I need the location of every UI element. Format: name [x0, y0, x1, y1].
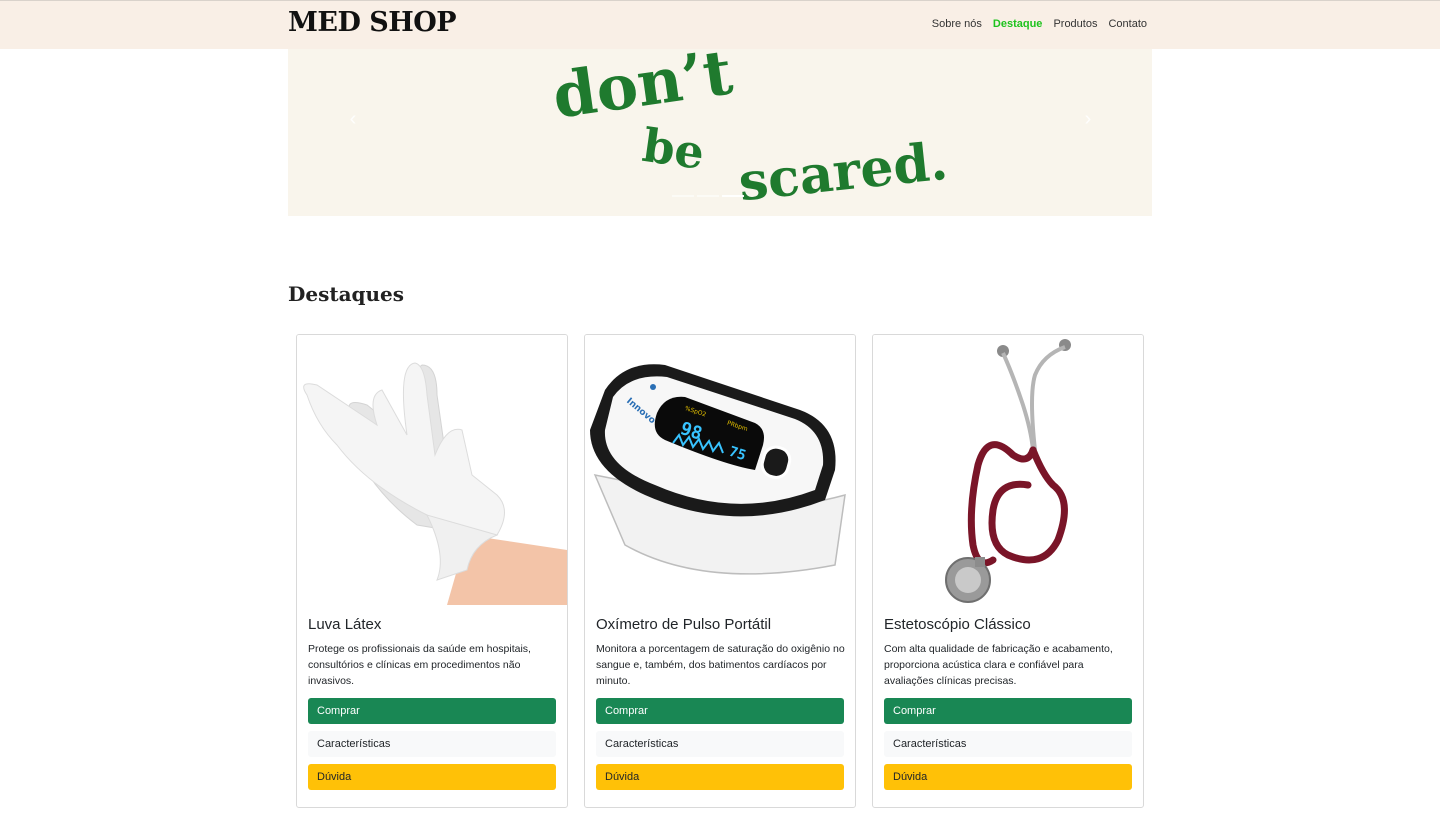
- carousel-indicator-2[interactable]: [697, 195, 719, 197]
- buy-button[interactable]: Comprar: [308, 698, 556, 724]
- product-image-stethoscope: [873, 335, 1143, 605]
- product-description: Monitora a porcentagem de saturação do o…: [596, 643, 845, 687]
- chevron-right-icon: ›: [1084, 108, 1092, 130]
- product-card-gloves: Luva Látex Protege os profissionais da s…: [296, 334, 568, 808]
- chevron-left-icon: ‹: [349, 108, 357, 130]
- nav-link-contato[interactable]: Contato: [1108, 18, 1147, 30]
- question-button[interactable]: Dúvida: [308, 764, 556, 790]
- nav-link-destaque[interactable]: Destaque: [993, 18, 1043, 30]
- carousel-indicator-3[interactable]: [722, 195, 744, 197]
- carousel-next-button[interactable]: ›: [1068, 104, 1108, 134]
- carousel-indicator-1[interactable]: [672, 195, 694, 197]
- features-button[interactable]: Características: [884, 731, 1132, 757]
- product-card-oximeter: 98 75 %SpO2 PRbpm Innovo Oxímetro de Pul…: [584, 334, 856, 808]
- carousel-indicators: [672, 195, 744, 197]
- hero-carousel: don’t be scared. ‹ ›: [288, 49, 1152, 216]
- product-card-stethoscope: Estetoscópio Clássico Com alta qualidade…: [872, 334, 1144, 808]
- gloves-image: [297, 335, 567, 605]
- product-image-oximeter: 98 75 %SpO2 PRbpm Innovo: [585, 335, 855, 605]
- product-title: Luva Látex: [308, 616, 382, 633]
- navbar: MED SHOP Sobre nós Destaque Produtos Con…: [0, 0, 1440, 49]
- product-description: Com alta qualidade de fabricação e acaba…: [884, 643, 1113, 687]
- stethoscope-image: [873, 335, 1143, 605]
- banner-text-be: be: [639, 118, 707, 180]
- oximeter-image: 98 75 %SpO2 PRbpm Innovo: [585, 335, 855, 605]
- section-title: Destaques: [288, 282, 405, 306]
- product-title: Estetoscópio Clássico: [884, 616, 1031, 633]
- brand-logo[interactable]: MED SHOP: [288, 7, 457, 38]
- nav-link-sobre-nos[interactable]: Sobre nós: [932, 18, 982, 30]
- features-button[interactable]: Características: [308, 731, 556, 757]
- buy-button[interactable]: Comprar: [596, 698, 844, 724]
- question-button[interactable]: Dúvida: [884, 764, 1132, 790]
- product-description: Protege os profissionais da saúde em hos…: [308, 643, 531, 687]
- banner-text-scared: scared.: [736, 131, 951, 214]
- features-button[interactable]: Características: [596, 731, 844, 757]
- product-image-gloves: [297, 335, 567, 605]
- question-button[interactable]: Dúvida: [596, 764, 844, 790]
- buy-button[interactable]: Comprar: [884, 698, 1132, 724]
- carousel-prev-button[interactable]: ‹: [333, 104, 373, 134]
- product-title: Oxímetro de Pulso Portátil: [596, 616, 772, 633]
- banner-text-dont: don’t: [548, 49, 737, 133]
- nav-link-produtos[interactable]: Produtos: [1053, 18, 1097, 30]
- carousel-banner-image: don’t be scared.: [548, 49, 951, 214]
- nav-links: Sobre nós Destaque Produtos Contato: [932, 18, 1147, 30]
